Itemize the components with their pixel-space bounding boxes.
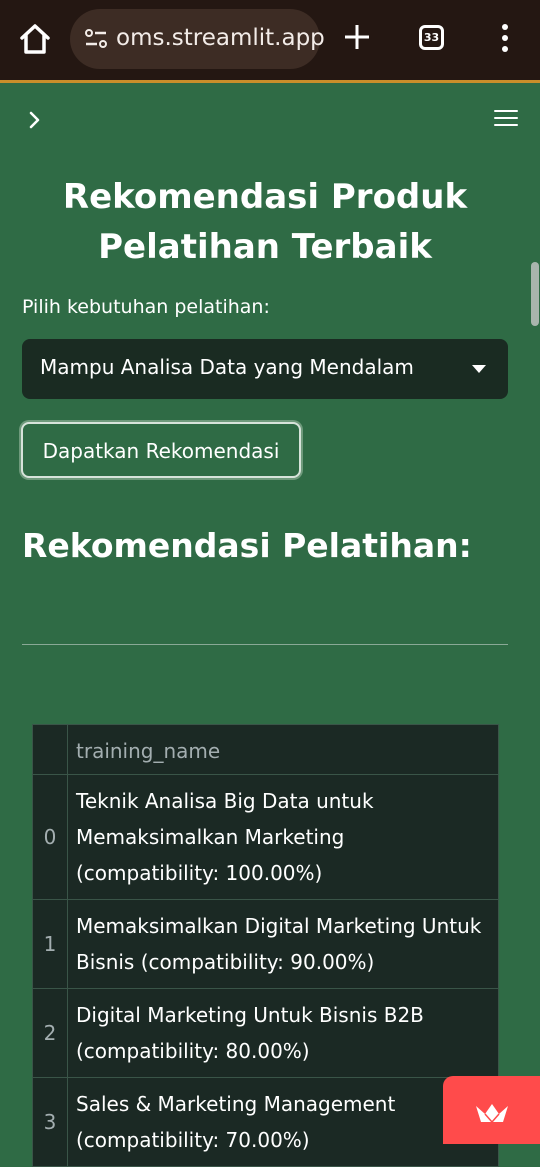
results-heading: Rekomendasi Pelatihan:	[22, 526, 472, 565]
browser-toolbar: oms.streamlit.app 33	[0, 0, 540, 80]
divider	[22, 644, 508, 645]
select-value[interactable]: Mampu Analisa Data yang Mendalam	[40, 355, 414, 379]
home-icon[interactable]	[16, 20, 54, 58]
tune-icon[interactable]	[84, 28, 108, 50]
streamlit-badge[interactable]	[443, 1076, 540, 1144]
table-row[interactable]: 1 Memaksimalkan Digital Marketing Untuk …	[33, 900, 498, 989]
caret-down-icon[interactable]	[472, 365, 486, 373]
row-index: 3	[33, 1078, 68, 1166]
table-header-row: training_name	[33, 725, 498, 775]
training-name-cell[interactable]: Sales & Marketing Management (compatibil…	[68, 1078, 498, 1166]
results-table[interactable]: training_name 0 Teknik Analisa Big Data …	[32, 724, 499, 1167]
column-header[interactable]: training_name	[68, 725, 498, 774]
address-bar[interactable]: oms.streamlit.app	[70, 9, 325, 69]
tab-switcher-icon[interactable]: 33	[419, 25, 444, 50]
training-name-cell[interactable]: Teknik Analisa Big Data untuk Memaksimal…	[68, 775, 498, 899]
chevron-right-icon[interactable]	[26, 108, 46, 132]
toolbar-divider	[0, 80, 540, 83]
streamlit-crown-icon	[476, 1104, 508, 1124]
table-row[interactable]: 2 Digital Marketing Untuk Bisnis B2B (co…	[33, 989, 498, 1078]
index-header-cell	[33, 725, 68, 774]
more-vert-icon[interactable]	[500, 24, 510, 56]
training-name-cell[interactable]: Digital Marketing Untuk Bisnis B2B (comp…	[68, 989, 498, 1077]
url-text[interactable]: oms.streamlit.app	[116, 25, 325, 51]
select-label: Pilih kebutuhan pelatihan:	[22, 296, 270, 318]
training-need-select[interactable]: Mampu Analisa Data yang Mendalam	[22, 339, 508, 399]
hamburger-icon[interactable]	[494, 110, 518, 130]
page-title: Rekomendasi Produk Pelatihan Terbaik	[62, 177, 468, 267]
row-index: 0	[33, 775, 68, 899]
training-name-cell[interactable]: Memaksimalkan Digital Marketing Untuk Bi…	[68, 900, 498, 988]
scrollbar[interactable]	[531, 262, 539, 326]
row-index: 2	[33, 989, 68, 1077]
table-row[interactable]: 3 Sales & Marketing Management (compatib…	[33, 1078, 498, 1166]
row-index: 1	[33, 900, 68, 988]
get-recommendation-button[interactable]: Dapatkan Rekomendasi	[21, 422, 301, 478]
plus-icon[interactable]	[342, 22, 372, 54]
table-row[interactable]: 0 Teknik Analisa Big Data untuk Memaksim…	[33, 775, 498, 900]
